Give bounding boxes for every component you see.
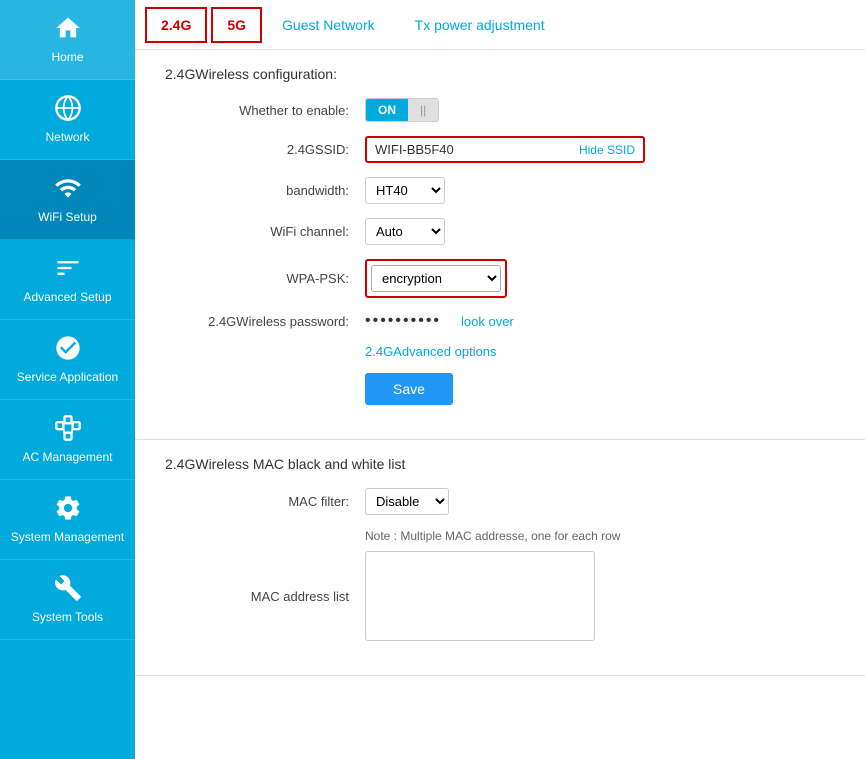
mac-filter-select[interactable]: Disable Whitelist Blacklist <box>365 488 449 515</box>
look-over-button[interactable]: look over <box>461 314 514 329</box>
tab-txpower[interactable]: Tx power adjustment <box>399 9 561 41</box>
wireless-config-section: 2.4GWireless configuration: Whether to e… <box>135 50 865 440</box>
content-area: 2.4GWireless configuration: Whether to e… <box>135 50 865 759</box>
tools-icon <box>54 574 82 606</box>
sidebar-home-label: Home <box>51 50 83 66</box>
channel-row: WiFi channel: Auto 123456 <box>165 218 835 245</box>
sidebar: Home Network WiFi Setup Advanced Setup S… <box>0 0 135 759</box>
main-content: 2.4G 5G Guest Network Tx power adjustmen… <box>135 0 865 759</box>
advanced-icon <box>54 254 82 286</box>
channel-label: WiFi channel: <box>165 224 365 239</box>
mac-list-row: MAC address list <box>165 551 835 641</box>
ssid-box[interactable]: WIFI-BB5F40 Hide SSID <box>365 136 645 163</box>
ssid-label: 2.4GSSID: <box>165 142 365 157</box>
mac-list-label: MAC address list <box>165 589 365 604</box>
wifi-icon <box>54 174 82 206</box>
ssid-value: WIFI-BB5F40 <box>375 142 454 157</box>
channel-select[interactable]: Auto 123456 <box>365 218 445 245</box>
tab-5g[interactable]: 5G <box>211 7 262 43</box>
toggle-switch[interactable]: ON || <box>365 98 439 122</box>
mac-section-title: 2.4GWireless MAC black and white list <box>165 456 835 472</box>
wpa-control: encryption None WEP WPA-PSK WPA2-PSK <box>365 259 835 298</box>
sidebar-wifi-label: WiFi Setup <box>38 210 97 226</box>
sidebar-advanced-label: Advanced Setup <box>23 290 111 306</box>
network-icon <box>54 94 82 126</box>
mac-note: Note : Multiple MAC addresse, one for ea… <box>365 529 835 543</box>
wpa-row: WPA-PSK: encryption None WEP WPA-PSK WPA… <box>165 259 835 298</box>
tab-guest[interactable]: Guest Network <box>266 9 391 41</box>
bandwidth-label: bandwidth: <box>165 183 365 198</box>
password-value: •••••••••• <box>365 312 441 330</box>
wpa-label: WPA-PSK: <box>165 271 365 286</box>
mac-filter-label: MAC filter: <box>165 494 365 509</box>
sidebar-item-system[interactable]: System Management <box>0 480 135 560</box>
sidebar-ac-label: AC Management <box>22 450 112 466</box>
enable-label: Whether to enable: <box>165 103 365 118</box>
sidebar-item-wifi[interactable]: WiFi Setup <box>0 160 135 240</box>
wpa-select[interactable]: encryption None WEP WPA-PSK WPA2-PSK <box>371 265 501 292</box>
mac-filter-control: Disable Whitelist Blacklist <box>365 488 835 515</box>
bandwidth-control: HT40 HT20 HT80 <box>365 177 835 204</box>
sidebar-item-network[interactable]: Network <box>0 80 135 160</box>
enable-row: Whether to enable: ON || <box>165 98 835 122</box>
bandwidth-row: bandwidth: HT40 HT20 HT80 <box>165 177 835 204</box>
wpa-box: encryption None WEP WPA-PSK WPA2-PSK <box>365 259 507 298</box>
mac-filter-row: MAC filter: Disable Whitelist Blacklist <box>165 488 835 515</box>
sidebar-item-service[interactable]: Service Application <box>0 320 135 400</box>
sidebar-item-advanced[interactable]: Advanced Setup <box>0 240 135 320</box>
password-control: •••••••••• look over <box>365 312 835 330</box>
channel-control: Auto 123456 <box>365 218 835 245</box>
mac-section: 2.4GWireless MAC black and white list MA… <box>135 440 865 676</box>
sidebar-item-tools[interactable]: System Tools <box>0 560 135 640</box>
toggle-off: || <box>408 99 438 121</box>
password-label: 2.4GWireless password: <box>165 314 365 329</box>
save-button[interactable]: Save <box>365 373 453 405</box>
service-icon <box>54 334 82 366</box>
toggle-on: ON <box>366 99 408 121</box>
ssid-row: 2.4GSSID: WIFI-BB5F40 Hide SSID <box>165 136 835 163</box>
password-row: 2.4GWireless password: •••••••••• look o… <box>165 312 835 330</box>
tab-bar: 2.4G 5G Guest Network Tx power adjustmen… <box>135 0 865 50</box>
ac-icon <box>54 414 82 446</box>
sidebar-service-label: Service Application <box>17 370 118 386</box>
tab-2g[interactable]: 2.4G <box>145 7 207 43</box>
hide-ssid-button[interactable]: Hide SSID <box>579 143 635 157</box>
sidebar-item-ac[interactable]: AC Management <box>0 400 135 480</box>
advanced-options-link[interactable]: 2.4GAdvanced options <box>365 344 835 359</box>
sidebar-network-label: Network <box>45 130 89 146</box>
sidebar-tools-label: System Tools <box>32 610 103 626</box>
bandwidth-select[interactable]: HT40 HT20 HT80 <box>365 177 445 204</box>
system-icon <box>54 494 82 526</box>
enable-toggle: ON || <box>365 98 835 122</box>
wireless-config-title: 2.4GWireless configuration: <box>165 66 835 82</box>
sidebar-system-label: System Management <box>11 530 124 546</box>
mac-list-control <box>365 551 835 641</box>
home-icon <box>54 14 82 46</box>
ssid-control: WIFI-BB5F40 Hide SSID <box>365 136 835 163</box>
sidebar-item-home[interactable]: Home <box>0 0 135 80</box>
mac-address-textarea[interactable] <box>365 551 595 641</box>
